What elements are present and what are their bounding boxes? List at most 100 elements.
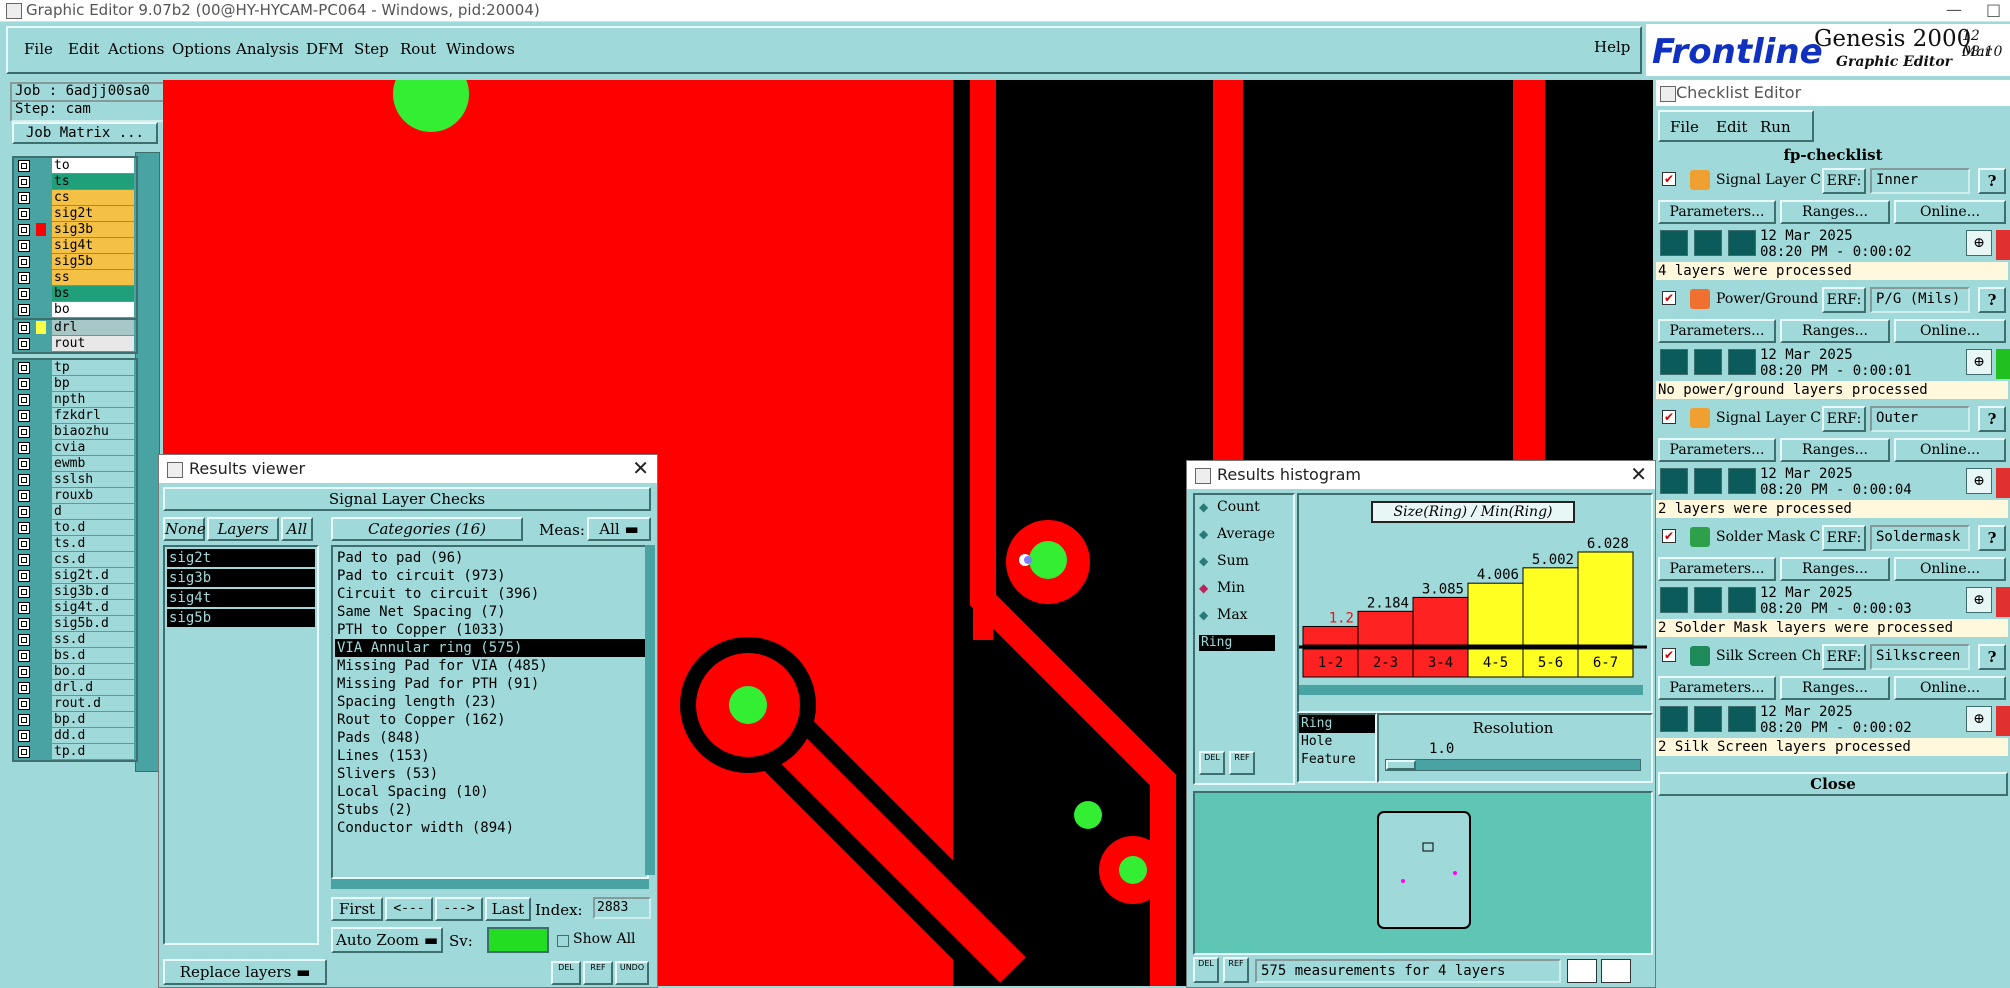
- layer-checkbox[interactable]: [18, 618, 30, 630]
- hist-ref-button[interactable]: REF: [1229, 751, 1255, 775]
- category-item[interactable]: VIA Annular ring (575): [335, 639, 645, 657]
- histogram-bar[interactable]: [1522, 567, 1579, 646]
- layer-checkbox[interactable]: [18, 160, 30, 172]
- action-checkbox[interactable]: ✔: [1662, 410, 1676, 424]
- layer-checkbox[interactable]: [18, 634, 30, 646]
- layer-row[interactable]: sig4t.d: [14, 600, 136, 616]
- menu-step[interactable]: Step: [354, 40, 389, 58]
- layer-name[interactable]: bs.d: [52, 648, 134, 663]
- layer-checkbox[interactable]: [18, 442, 30, 454]
- menu-rout[interactable]: Rout: [400, 40, 436, 58]
- layer-checkbox[interactable]: [18, 602, 30, 614]
- result-layer-item[interactable]: sig5b: [167, 609, 315, 627]
- resolution-slider-handle[interactable]: [1386, 760, 1416, 770]
- histogram-option[interactable]: ◆ Count: [1195, 495, 1293, 522]
- layer-name[interactable]: sig4t: [52, 238, 134, 253]
- help-button[interactable]: ?: [1978, 406, 2006, 432]
- ranges-button[interactable]: Ranges...: [1780, 319, 1890, 343]
- layer-row[interactable]: npth: [14, 392, 136, 408]
- category-item[interactable]: Rout to Copper (162): [335, 711, 645, 729]
- minimize-button[interactable]: —: [1946, 0, 1962, 19]
- radio-icon[interactable]: ◆: [1199, 608, 1208, 622]
- type-item[interactable]: Feature: [1299, 751, 1375, 769]
- layer-checkbox[interactable]: [18, 272, 30, 284]
- layer-checkbox[interactable]: [18, 490, 30, 502]
- layer-name[interactable]: sig5b: [52, 254, 134, 269]
- layer-checkbox[interactable]: [18, 522, 30, 534]
- resolution-slider[interactable]: [1385, 759, 1641, 771]
- histogram-bar[interactable]: [1412, 596, 1469, 646]
- run-icon[interactable]: [1728, 468, 1756, 494]
- layer-row[interactable]: sig4t: [14, 238, 136, 254]
- run-icon[interactable]: [1728, 706, 1756, 732]
- action-checkbox[interactable]: ✔: [1662, 648, 1676, 662]
- radio-icon[interactable]: ◆: [1199, 527, 1208, 541]
- ranges-button[interactable]: Ranges...: [1780, 438, 1890, 462]
- layer-row[interactable]: sig2t.d: [14, 568, 136, 584]
- layer-row[interactable]: sig5b.d: [14, 616, 136, 632]
- checklist-close-button[interactable]: Close: [1658, 772, 2008, 796]
- category-item[interactable]: Spacing length (23): [335, 693, 645, 711]
- layer-row[interactable]: bo.d: [14, 664, 136, 680]
- job-matrix-button[interactable]: Job Matrix ...: [12, 122, 158, 144]
- layer-row[interactable]: cvia: [14, 440, 136, 456]
- layer-name[interactable]: rout: [52, 336, 134, 351]
- layer-name[interactable]: sig3b: [52, 222, 134, 237]
- parameters-button[interactable]: Parameters...: [1658, 676, 1776, 700]
- erf-value[interactable]: Inner: [1870, 168, 1970, 194]
- layer-row[interactable]: sig3b.d: [14, 584, 136, 600]
- action-title[interactable]: Solder Mask Ch: [1716, 529, 1820, 545]
- erf-value[interactable]: Outer: [1870, 406, 1970, 432]
- layer-checkbox[interactable]: [18, 288, 30, 300]
- run-icon[interactable]: [1660, 587, 1688, 613]
- radio-icon[interactable]: ◆: [1199, 500, 1208, 514]
- parameters-button[interactable]: Parameters...: [1658, 319, 1776, 343]
- run-icon[interactable]: [1694, 706, 1722, 732]
- radio-icon[interactable]: ◆: [1199, 554, 1208, 568]
- layer-row[interactable]: cs.d: [14, 552, 136, 568]
- preview-ref-button[interactable]: REF: [1223, 957, 1249, 983]
- histogram-bar[interactable]: [1467, 582, 1524, 646]
- meas-dropdown[interactable]: All ▬: [587, 517, 651, 541]
- zoom-in-icon[interactable]: ⊕: [1966, 468, 1992, 494]
- action-title[interactable]: Signal Layer Ch: [1716, 410, 1820, 426]
- menu-dfm[interactable]: DFM: [306, 40, 344, 58]
- menu-help[interactable]: Help: [1594, 38, 1630, 56]
- first-button[interactable]: First: [331, 897, 383, 921]
- ref-button[interactable]: REF: [583, 961, 613, 985]
- ranges-button[interactable]: Ranges...: [1780, 676, 1890, 700]
- action-title[interactable]: Power/Ground C: [1716, 291, 1820, 307]
- layer-checkbox[interactable]: [18, 394, 30, 406]
- layer-name[interactable]: bp.d: [52, 712, 134, 727]
- prev-button[interactable]: <---: [385, 897, 433, 921]
- close-icon[interactable]: ✕: [632, 456, 649, 480]
- layer-row[interactable]: ts: [14, 174, 136, 190]
- type-list[interactable]: Ring Hole Feature: [1297, 713, 1377, 783]
- online-button[interactable]: Online...: [1894, 557, 2006, 581]
- action-title[interactable]: Silk Screen Che: [1716, 648, 1820, 664]
- preview-del-button[interactable]: DEL: [1193, 957, 1219, 983]
- online-button[interactable]: Online...: [1894, 676, 2006, 700]
- online-button[interactable]: Online...: [1894, 438, 2006, 462]
- layer-name[interactable]: sig2t: [52, 206, 134, 221]
- menu-options[interactable]: Options: [172, 40, 231, 58]
- layer-name[interactable]: ewmb: [52, 456, 134, 471]
- category-item[interactable]: Pad to pad (96): [335, 549, 645, 567]
- index-input[interactable]: 2883: [593, 897, 651, 919]
- layer-row[interactable]: sig2t: [14, 206, 136, 222]
- layer-row[interactable]: biaozhu: [14, 424, 136, 440]
- undo-button[interactable]: UNDO: [615, 961, 649, 985]
- zoom-in-icon[interactable]: ⊕: [1966, 706, 1992, 732]
- help-button[interactable]: ?: [1978, 525, 2006, 551]
- run-icon[interactable]: [1660, 230, 1688, 256]
- category-item[interactable]: PTH to Copper (1033): [335, 621, 645, 639]
- next-button[interactable]: --->: [435, 897, 483, 921]
- layer-checkbox[interactable]: [18, 240, 30, 252]
- layer-name[interactable]: bp: [52, 376, 134, 391]
- layer-row[interactable]: tp.d: [14, 744, 136, 760]
- zoom-in-icon[interactable]: ⊕: [1966, 587, 1992, 613]
- hist-del-button[interactable]: DEL: [1199, 751, 1225, 775]
- maximize-button[interactable]: □: [1986, 0, 2001, 19]
- category-item[interactable]: Missing Pad for VIA (485): [335, 657, 645, 675]
- action-checkbox[interactable]: ✔: [1662, 172, 1676, 186]
